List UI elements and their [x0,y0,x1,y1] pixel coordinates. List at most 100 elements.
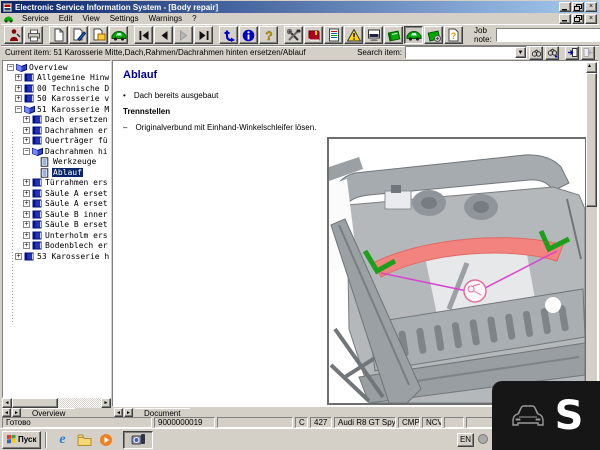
tree-item-werkzeuge[interactable]: Werkzeuge [4,157,109,168]
tray-icon[interactable] [477,433,490,446]
tree-item-00-technische-d[interactable]: +00 Technische D [4,83,109,94]
tree-item-label: Dachrahmen er [44,126,109,135]
expand-icon[interactable]: + [15,253,22,260]
tree-item-bodenblech-er[interactable]: +Bodenblech er [4,241,109,252]
language-indicator[interactable]: EN [457,433,474,447]
goto-document-button[interactable] [565,46,579,60]
expand-icon[interactable]: + [15,95,22,102]
help-button[interactable]: ? [259,26,278,44]
menu-view[interactable]: View [77,13,104,24]
document-vertical-scrollbar[interactable]: ▲ ▼ [586,62,597,407]
expand-icon[interactable]: + [23,116,30,123]
tree-item-dachrahmen-hi[interactable]: −Dachrahmen hi [4,146,109,157]
manual-button[interactable] [304,26,323,44]
info-button[interactable] [239,26,258,44]
first-item-button[interactable] [134,26,153,44]
tree-item-53-karosserie-h[interactable]: +53 Karosserie h [4,251,109,262]
tree-item-dachrahmen-er[interactable]: + Dachrahmen er [4,125,109,136]
monitor-button[interactable] [364,26,383,44]
status-field-c: C [295,417,308,428]
scroll-up-icon[interactable]: ▲ [586,62,597,73]
combo-dropdown-icon[interactable]: ▼ [515,47,526,58]
internet-explorer-icon[interactable]: e [54,432,70,448]
expand-icon[interactable]: + [23,242,30,249]
expand-icon[interactable]: + [23,190,30,197]
vehicle-data-button[interactable] [404,26,423,44]
collapse-icon[interactable]: − [15,106,22,113]
collapse-icon[interactable]: − [7,64,14,71]
expand-icon[interactable]: + [23,137,30,144]
tree-item-säule-b-inner[interactable]: +Säule B inner [4,209,109,220]
exit-button[interactable] [4,26,23,44]
expand-icon[interactable]: + [23,232,30,239]
tree-item-unterholm-ers[interactable]: +Unterholm ers [4,230,109,241]
tree-item-säule-b-erset[interactable]: +Säule B erset [4,220,109,231]
menu-settings[interactable]: Settings [105,13,144,24]
document-help-button[interactable]: ? [444,26,463,44]
document-list-button[interactable] [324,26,343,44]
edit-document-button[interactable] [69,26,88,44]
tree-scroll-track[interactable] [12,398,101,408]
next-item-button[interactable] [174,26,193,44]
tree-horizontal-scrollbar[interactable]: ◄ ► [2,398,111,408]
menu-warnings[interactable]: Warnings [144,13,188,24]
find-next-button[interactable] [545,46,559,60]
return-button[interactable] [219,26,238,44]
book-icon [32,220,42,229]
close-button[interactable]: × [585,2,597,12]
tree-item-label: 51 Karosserie M [36,105,109,114]
scroll-right-icon[interactable]: ► [101,398,111,408]
tree-item-querträger-fü[interactable]: +Querträger fü [4,136,109,147]
tree-item-50-karosserie-v[interactable]: +50 Karosserie v [4,94,109,105]
scroll-left-icon[interactable]: ◄ [2,398,12,408]
new-document-button[interactable] [49,26,68,44]
service-book-button[interactable] [384,26,403,44]
expand-icon[interactable]: + [15,74,22,81]
tree-item-ablauf[interactable]: Ablauf [4,167,109,178]
print-button[interactable] [24,26,43,44]
menu-help[interactable]: ? [187,13,201,24]
child-close-button[interactable]: × [585,14,597,24]
tree-item-säule-a-erset[interactable]: +Säule A erset [4,188,109,199]
warnings-button[interactable] [344,26,363,44]
window-title: Electronic Service Information System - … [15,3,558,12]
tree-item-label: Allgemeine Hinw [36,73,109,82]
find-button[interactable] [529,46,543,60]
tree-scroll-thumb[interactable] [12,398,58,408]
search-item-input[interactable] [406,47,515,58]
tools-button[interactable] [284,26,303,44]
tree-item-türrahmen-ers[interactable]: +Türrahmen ers [4,178,109,189]
active-task-button[interactable] [123,431,153,449]
start-button[interactable]: Пуск [2,431,41,449]
vehicle-select-button[interactable] [109,26,128,44]
minimize-button[interactable] [559,2,571,12]
media-player-icon[interactable] [98,432,114,448]
expand-icon[interactable]: + [15,85,22,92]
document-scroll-thumb[interactable] [586,73,597,207]
copy-document-button[interactable] [89,26,108,44]
search-item-combo[interactable]: ▼ [405,46,527,59]
menu-edit[interactable]: Edit [54,13,78,24]
tree-item-säule-a-erset[interactable]: +Säule A erset [4,199,109,210]
goto-document-back-button[interactable] [581,46,595,60]
expand-icon[interactable]: + [23,127,30,134]
explorer-folder-icon[interactable] [76,432,92,448]
expand-icon[interactable]: + [23,179,30,186]
job-note-input[interactable] [497,29,600,42]
last-item-button[interactable] [194,26,213,44]
tree-item-51-karosserie-m[interactable]: − 51 Karosserie M [4,104,109,115]
menu-service[interactable]: Service [17,13,54,24]
collapse-icon[interactable]: − [23,148,30,155]
tree-item-dach-ersetzen[interactable]: +Dach ersetzen [4,115,109,126]
tree-item-label: Ablauf [52,168,83,177]
expand-icon[interactable]: + [23,211,30,218]
tree-item-overview[interactable]: −Overview [4,62,109,73]
restore-button[interactable] [572,2,584,12]
child-minimize-button[interactable] [559,14,571,24]
previous-item-button[interactable] [154,26,173,44]
expand-icon[interactable]: + [23,200,30,207]
maintenance-book-button[interactable] [424,26,443,44]
child-restore-button[interactable] [572,14,584,24]
tree-item-allgemeine-hinw[interactable]: + Allgemeine Hinw [4,73,109,84]
expand-icon[interactable]: + [23,221,30,228]
